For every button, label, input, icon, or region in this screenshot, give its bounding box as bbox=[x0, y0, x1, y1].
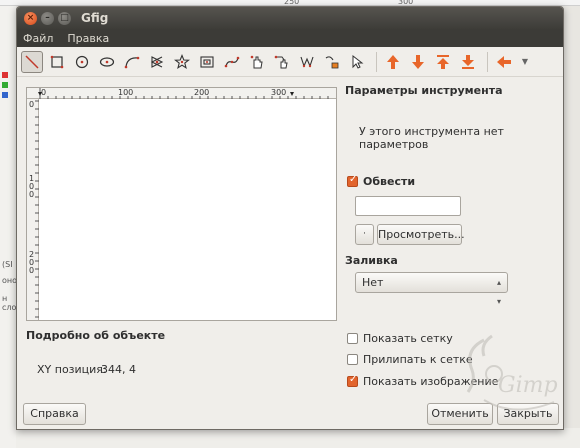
close-window-icon[interactable]: × bbox=[24, 12, 37, 25]
xy-position-label: XY позиция: bbox=[37, 363, 107, 376]
rectangle-tool-button[interactable] bbox=[46, 51, 68, 73]
stroke-color-field[interactable] bbox=[355, 196, 461, 216]
browse-button[interactable]: Просмотреть... bbox=[377, 224, 465, 245]
circle-tool-button[interactable] bbox=[71, 51, 93, 73]
spiral-icon bbox=[200, 55, 214, 68]
select-object-tool-button[interactable] bbox=[346, 51, 368, 73]
raise-to-top-button[interactable] bbox=[432, 51, 454, 73]
maximize-window-icon[interactable]: □ bbox=[58, 12, 71, 25]
star-icon bbox=[174, 53, 190, 69]
background-text: н сло bbox=[2, 294, 17, 312]
circle-icon bbox=[75, 55, 89, 68]
ellipse-tool-button[interactable] bbox=[96, 51, 118, 73]
fill-select-value: Нет bbox=[362, 276, 384, 289]
lower-object-button[interactable] bbox=[407, 51, 429, 73]
horizontal-ruler: 0 100 200 300 bbox=[27, 88, 336, 99]
lower-to-bottom-button[interactable] bbox=[457, 51, 479, 73]
watermark-text: Gimp bbox=[498, 373, 558, 398]
move-object-tool-button[interactable] bbox=[246, 51, 268, 73]
window-title: Gfig bbox=[81, 11, 109, 25]
background-canvas bbox=[16, 428, 580, 448]
spiral-tool-button[interactable] bbox=[196, 51, 218, 73]
fill-select[interactable]: Нет ▴ ▾ bbox=[355, 272, 508, 306]
raise-object-button[interactable] bbox=[382, 51, 404, 73]
pointer-arrow-icon bbox=[352, 54, 364, 69]
menu-file[interactable]: Файл bbox=[23, 32, 53, 45]
help-button[interactable]: Справка bbox=[23, 403, 86, 425]
stroke-checkbox[interactable] bbox=[347, 174, 358, 187]
show-previous-button[interactable] bbox=[493, 51, 515, 73]
title-bar[interactable]: × – □ Gfig bbox=[17, 7, 563, 30]
chevron-down-icon: ▼ bbox=[521, 57, 529, 66]
preview-canvas[interactable]: 0 100 200 300 0 1 0 0 2 0 0 bbox=[26, 87, 337, 321]
toolbar: ▼ bbox=[17, 47, 563, 77]
background-panel: (SI оново н сло bbox=[0, 6, 27, 448]
bezier-icon bbox=[224, 56, 240, 67]
tool-params-message: У этого инструмента нет параметров bbox=[359, 125, 504, 151]
arrow-up-icon bbox=[387, 54, 399, 69]
fill-title: Заливка bbox=[345, 254, 398, 267]
arrow-down-icon bbox=[412, 54, 424, 69]
copy-object-tool-button[interactable] bbox=[296, 51, 318, 73]
hand-point-icon bbox=[274, 55, 288, 68]
arrow-to-top-icon bbox=[437, 54, 449, 69]
move-point-tool-button[interactable] bbox=[271, 51, 293, 73]
star-tool-button[interactable] bbox=[171, 51, 193, 73]
delete-object-icon bbox=[325, 55, 339, 68]
menu-edit[interactable]: Правка bbox=[67, 32, 109, 45]
stroke-label: Обвести bbox=[363, 175, 416, 188]
updown-chevron-icon: ▴ ▾ bbox=[496, 278, 501, 306]
show-grid-checkbox[interactable] bbox=[347, 333, 358, 344]
polygon-tool-button[interactable] bbox=[146, 51, 168, 73]
vertical-ruler-ticks bbox=[35, 100, 39, 318]
arrow-left-icon bbox=[497, 55, 511, 68]
show-grid-label: Показать сетку bbox=[363, 332, 453, 345]
vertical-ruler: 0 1 0 0 2 0 0 bbox=[27, 99, 39, 320]
line-icon bbox=[25, 54, 39, 69]
arrow-to-bottom-icon bbox=[462, 54, 474, 69]
minimize-window-icon[interactable]: – bbox=[41, 12, 54, 25]
xy-position-value: 344, 4 bbox=[101, 363, 136, 376]
show-image-checkbox[interactable] bbox=[347, 374, 358, 387]
delete-object-tool-button[interactable] bbox=[321, 51, 343, 73]
drawing-area[interactable] bbox=[40, 100, 336, 320]
arc-tool-button[interactable] bbox=[121, 51, 143, 73]
rectangle-icon bbox=[50, 55, 64, 68]
ellipse-icon bbox=[99, 56, 115, 67]
copy-object-icon bbox=[300, 56, 314, 68]
toolbar-separator bbox=[487, 51, 488, 72]
line-tool-button[interactable] bbox=[21, 50, 43, 73]
tool-params-title: Параметры инструмента bbox=[345, 84, 503, 97]
background-text: (SI bbox=[2, 260, 13, 269]
object-details-title: Подробно об объекте bbox=[26, 329, 166, 342]
stroke-brush-preview[interactable]: · bbox=[355, 224, 374, 245]
toolbar-separator bbox=[376, 51, 377, 72]
hand-move-icon bbox=[250, 55, 263, 68]
menu-bar: Файл Правка bbox=[17, 30, 563, 47]
toolbar-overflow-button[interactable]: ▼ bbox=[518, 51, 532, 73]
bezier-tool-button[interactable] bbox=[221, 51, 243, 73]
horizontal-ruler-ticks bbox=[38, 88, 329, 99]
arc-icon bbox=[124, 56, 140, 68]
snap-grid-checkbox[interactable] bbox=[347, 354, 358, 365]
polygon-icon bbox=[150, 55, 164, 68]
gimp-watermark-logo: Gimp bbox=[466, 334, 558, 411]
